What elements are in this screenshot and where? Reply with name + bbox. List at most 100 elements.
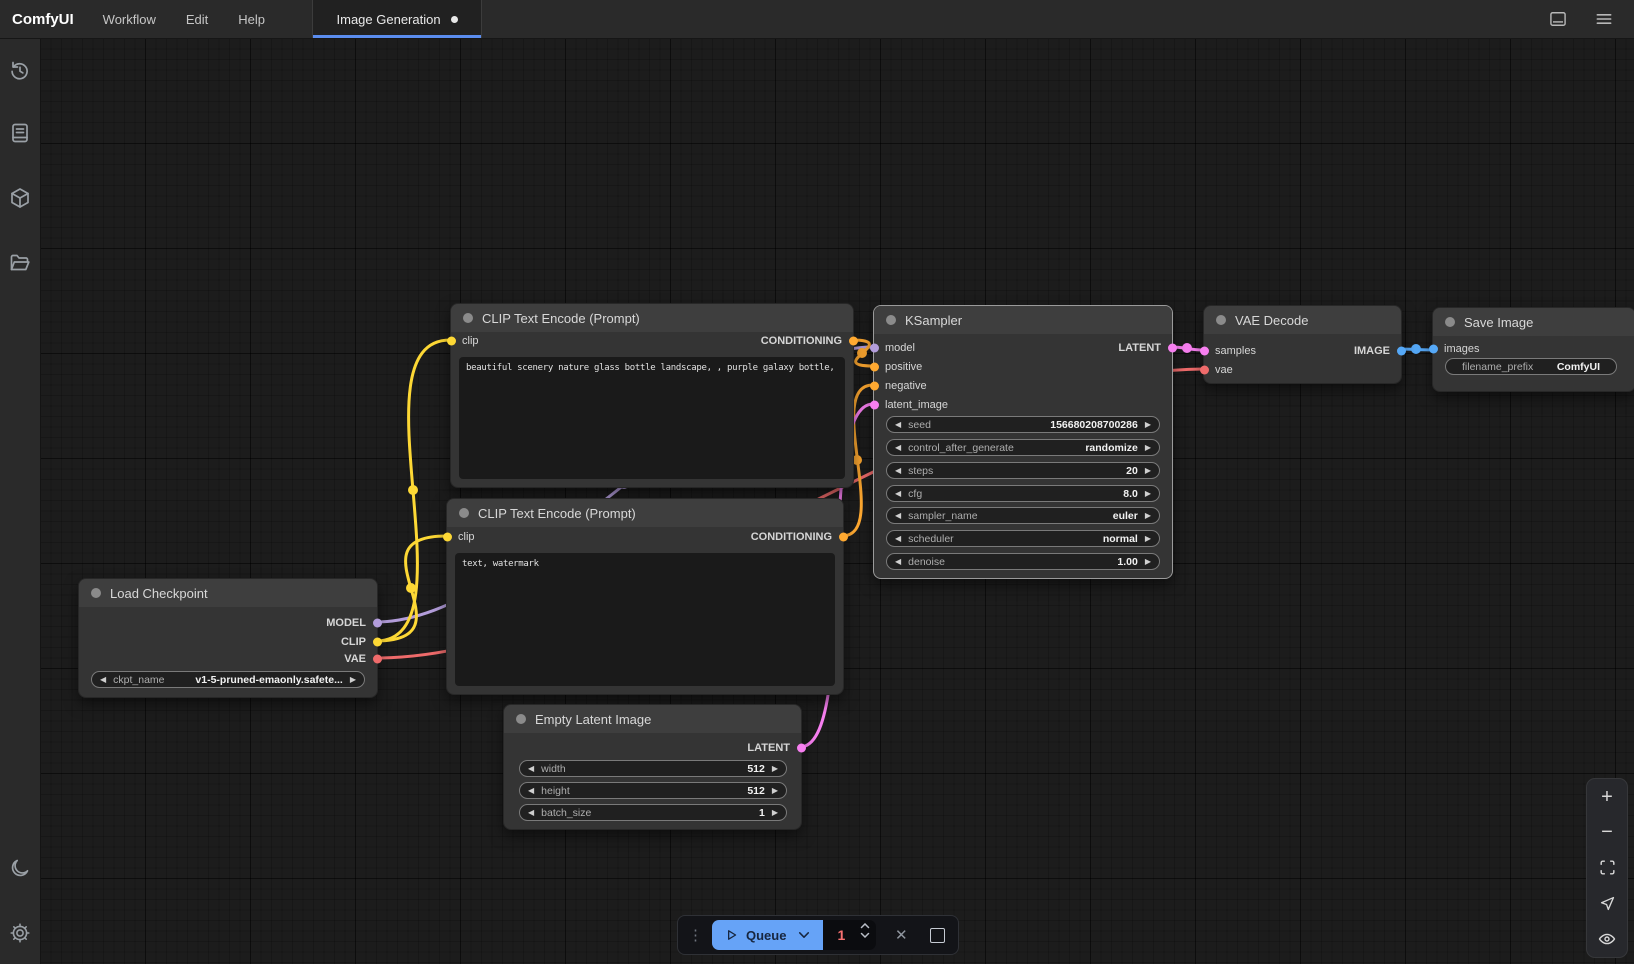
next-arrow-icon[interactable]: ▶ bbox=[772, 787, 778, 795]
output-dot-conditioning[interactable] bbox=[849, 337, 858, 346]
spinner-up-icon[interactable] bbox=[860, 923, 870, 929]
prev-arrow-icon[interactable]: ◀ bbox=[895, 535, 901, 543]
widget-filename-prefix[interactable]: filename_prefix ComfyUI bbox=[1445, 358, 1617, 375]
node-title: Empty Latent Image bbox=[535, 712, 651, 727]
batch-count-input[interactable]: 1 bbox=[823, 920, 876, 950]
canvas-controls-panel: + − bbox=[1586, 778, 1628, 958]
next-arrow-icon[interactable]: ▶ bbox=[1145, 512, 1151, 520]
prev-arrow-icon[interactable]: ◀ bbox=[528, 765, 534, 773]
input-dot-negative[interactable] bbox=[870, 382, 879, 391]
workflow-tab[interactable]: Image Generation bbox=[312, 0, 482, 38]
widget-sampler-name[interactable]: ◀sampler_nameeuler▶ bbox=[886, 507, 1160, 524]
widget-scheduler[interactable]: ◀schedulernormal▶ bbox=[886, 530, 1160, 547]
node-ksampler[interactable]: KSampler modelLATENT positive negative l… bbox=[873, 305, 1173, 579]
next-arrow-icon[interactable]: ▶ bbox=[772, 765, 778, 773]
prev-arrow-icon[interactable]: ◀ bbox=[895, 558, 901, 566]
eye-icon bbox=[1597, 929, 1617, 949]
queue-button-label: Queue bbox=[746, 928, 786, 943]
widget-width[interactable]: ◀width512▶ bbox=[519, 760, 787, 777]
zoom-in-button[interactable]: + bbox=[1590, 782, 1624, 812]
hamburger-menu-icon[interactable] bbox=[1594, 9, 1614, 29]
graph-canvas[interactable]: Load Checkpoint MODEL CLIP VAE ◀ ckpt_na… bbox=[40, 38, 1634, 964]
node-save-image[interactable]: Save Image images filename_prefix ComfyU… bbox=[1432, 307, 1634, 392]
prev-arrow-icon[interactable]: ◀ bbox=[528, 787, 534, 795]
workflow-tab-label: Image Generation bbox=[337, 12, 441, 27]
active-tab-underline bbox=[313, 35, 481, 38]
select-mode-button[interactable] bbox=[1590, 889, 1624, 919]
output-dot-model[interactable] bbox=[373, 619, 382, 628]
menu-help[interactable]: Help bbox=[223, 0, 280, 38]
node-clip-text-encode-positive[interactable]: CLIP Text Encode (Prompt) clip CONDITION… bbox=[450, 303, 854, 488]
clear-queue-button[interactable]: ✕ bbox=[890, 926, 912, 944]
next-arrow-icon[interactable]: ▶ bbox=[350, 676, 356, 684]
widget-seed[interactable]: ◀seed156680208700286▶ bbox=[886, 416, 1160, 433]
node-empty-latent-image[interactable]: Empty Latent Image LATENT ◀width512▶ ◀he… bbox=[503, 704, 802, 830]
node-title: CLIP Text Encode (Prompt) bbox=[482, 311, 640, 326]
node-title: KSampler bbox=[905, 313, 962, 328]
prompt-textarea[interactable]: text, watermark bbox=[455, 553, 835, 686]
output-dot-latent[interactable] bbox=[797, 744, 806, 753]
next-arrow-icon[interactable]: ▶ bbox=[1145, 444, 1151, 452]
widget-cfg[interactable]: ◀cfg8.0▶ bbox=[886, 485, 1160, 502]
stop-button[interactable] bbox=[926, 928, 948, 943]
next-arrow-icon[interactable]: ▶ bbox=[1145, 421, 1151, 429]
spinner-down-icon[interactable] bbox=[860, 932, 870, 938]
stop-square-icon bbox=[930, 928, 945, 943]
settings-gear-icon[interactable] bbox=[8, 921, 32, 945]
output-dot-clip[interactable] bbox=[373, 638, 382, 647]
output-dot-conditioning[interactable] bbox=[839, 533, 848, 542]
input-dot-images[interactable] bbox=[1429, 345, 1438, 354]
top-menubar: ComfyUI Workflow Edit Help Image Generat… bbox=[0, 0, 1634, 39]
queue-drag-handle[interactable]: ⋮ bbox=[688, 926, 698, 944]
widget-steps[interactable]: ◀steps20▶ bbox=[886, 462, 1160, 479]
node-status-dot bbox=[886, 315, 896, 325]
queue-button[interactable]: Queue bbox=[712, 920, 823, 950]
input-dot-clip[interactable] bbox=[447, 337, 456, 346]
prev-arrow-icon[interactable]: ◀ bbox=[895, 444, 901, 452]
widget-height[interactable]: ◀height512▶ bbox=[519, 782, 787, 799]
input-dot-samples[interactable] bbox=[1200, 347, 1209, 356]
input-dot-clip[interactable] bbox=[443, 533, 452, 542]
next-arrow-icon[interactable]: ▶ bbox=[1145, 467, 1151, 475]
model-library-icon[interactable] bbox=[8, 186, 32, 210]
next-arrow-icon[interactable]: ▶ bbox=[772, 809, 778, 817]
input-dot-latent-image[interactable] bbox=[870, 401, 879, 410]
menu-workflow[interactable]: Workflow bbox=[88, 0, 171, 38]
navigation-arrow-icon bbox=[1598, 894, 1617, 913]
prev-arrow-icon[interactable]: ◀ bbox=[895, 421, 901, 429]
unsaved-indicator-dot bbox=[451, 16, 458, 23]
widget-batch-size[interactable]: ◀batch_size1▶ bbox=[519, 804, 787, 821]
prompt-textarea[interactable]: beautiful scenery nature glass bottle la… bbox=[459, 357, 845, 479]
queue-toolbar: ⋮ Queue 1 ✕ bbox=[677, 915, 959, 955]
toggle-link-visibility-button[interactable] bbox=[1590, 924, 1624, 954]
widget-ckpt-name[interactable]: ◀ ckpt_name v1-5-pruned-emaonly.safete..… bbox=[91, 671, 365, 688]
next-arrow-icon[interactable]: ▶ bbox=[1145, 535, 1151, 543]
node-library-icon[interactable] bbox=[8, 121, 32, 145]
zoom-out-button[interactable]: − bbox=[1590, 817, 1624, 847]
input-dot-vae[interactable] bbox=[1200, 366, 1209, 375]
workflows-folder-icon[interactable] bbox=[8, 251, 32, 275]
input-dot-model[interactable] bbox=[870, 344, 879, 353]
node-clip-text-encode-negative[interactable]: CLIP Text Encode (Prompt) clip CONDITION… bbox=[446, 498, 844, 695]
fit-view-button[interactable] bbox=[1590, 853, 1624, 883]
menu-edit[interactable]: Edit bbox=[171, 0, 223, 38]
next-arrow-icon[interactable]: ▶ bbox=[1145, 490, 1151, 498]
input-dot-positive[interactable] bbox=[870, 363, 879, 372]
prev-arrow-icon[interactable]: ◀ bbox=[895, 467, 901, 475]
widget-denoise[interactable]: ◀denoise1.00▶ bbox=[886, 553, 1160, 570]
output-dot-vae[interactable] bbox=[373, 655, 382, 664]
prev-arrow-icon[interactable]: ◀ bbox=[100, 676, 106, 684]
output-dot-latent[interactable] bbox=[1168, 344, 1177, 353]
node-load-checkpoint[interactable]: Load Checkpoint MODEL CLIP VAE ◀ ckpt_na… bbox=[78, 578, 378, 698]
output-dot-image[interactable] bbox=[1397, 347, 1406, 356]
next-arrow-icon[interactable]: ▶ bbox=[1145, 558, 1151, 566]
bottom-panel-toggle-icon[interactable] bbox=[1548, 9, 1568, 29]
prev-arrow-icon[interactable]: ◀ bbox=[895, 512, 901, 520]
theme-toggle-moon-icon[interactable] bbox=[8, 856, 32, 880]
widget-control-after-generate[interactable]: ◀control_after_generaterandomize▶ bbox=[886, 439, 1160, 456]
node-status-dot bbox=[1216, 315, 1226, 325]
prev-arrow-icon[interactable]: ◀ bbox=[528, 809, 534, 817]
prev-arrow-icon[interactable]: ◀ bbox=[895, 490, 901, 498]
node-vae-decode[interactable]: VAE Decode samplesIMAGE vae bbox=[1203, 305, 1402, 384]
queue-history-icon[interactable] bbox=[8, 59, 32, 83]
